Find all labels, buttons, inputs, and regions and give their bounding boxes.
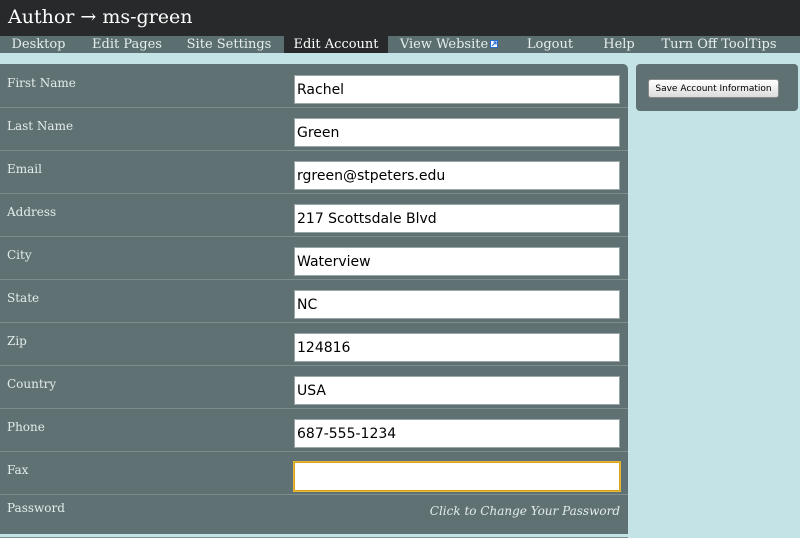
password-label: Password bbox=[7, 501, 65, 515]
change-password-link[interactable]: Click to Change Your Password bbox=[430, 504, 620, 518]
page-title: Author → ms-green bbox=[8, 6, 193, 28]
last-name-input[interactable] bbox=[294, 118, 620, 147]
tab-label: View Website bbox=[399, 37, 489, 52]
tab-desktop[interactable]: Desktop bbox=[0, 36, 77, 53]
tab-help[interactable]: Help bbox=[596, 36, 642, 53]
tab-label: Logout bbox=[526, 37, 574, 52]
form-row-password: Password Click to Change Your Password bbox=[0, 494, 628, 538]
fax-input[interactable] bbox=[294, 462, 620, 491]
city-label: City bbox=[7, 248, 32, 262]
form-row-country: Country bbox=[0, 365, 628, 409]
form-row-state: State bbox=[0, 279, 628, 323]
form-row-last-name: Last Name bbox=[0, 107, 628, 151]
email-label: Email bbox=[7, 162, 42, 176]
tab-logout[interactable]: Logout bbox=[516, 36, 584, 53]
fax-label: Fax bbox=[7, 463, 29, 477]
tab-label: Desktop bbox=[11, 37, 66, 52]
first-name-input[interactable] bbox=[294, 75, 620, 104]
zip-label: Zip bbox=[7, 334, 27, 348]
form-row-fax: Fax bbox=[0, 451, 628, 495]
form-row-zip: Zip bbox=[0, 322, 628, 366]
tab-label: Edit Pages bbox=[92, 37, 162, 52]
header-bar: Author → ms-green bbox=[0, 0, 800, 36]
form-row-address: Address bbox=[0, 193, 628, 237]
form-row-first-name: First Name bbox=[0, 64, 628, 108]
form-row-phone: Phone bbox=[0, 408, 628, 452]
tab-edit-pages[interactable]: Edit Pages bbox=[86, 36, 168, 53]
form-row-email: Email bbox=[0, 150, 628, 194]
nav-bar: Desktop Edit Pages Site Settings Edit Ac… bbox=[0, 36, 800, 53]
external-link-icon bbox=[490, 40, 499, 48]
last-name-label: Last Name bbox=[7, 119, 74, 133]
address-input[interactable] bbox=[294, 204, 620, 233]
tab-view-website[interactable]: View Website bbox=[397, 36, 501, 53]
city-input[interactable] bbox=[294, 247, 620, 276]
tab-label: Site Settings bbox=[186, 37, 272, 52]
tab-label: Turn Off ToolTips bbox=[661, 37, 777, 52]
email-input[interactable] bbox=[294, 161, 620, 190]
state-label: State bbox=[7, 291, 40, 305]
form-row-city: City bbox=[0, 236, 628, 280]
phone-label: Phone bbox=[7, 420, 45, 434]
zip-input[interactable] bbox=[294, 333, 620, 362]
state-input[interactable] bbox=[294, 290, 620, 319]
country-input[interactable] bbox=[294, 376, 620, 405]
account-form: First Name Last Name Email Address City … bbox=[0, 64, 628, 538]
save-account-button[interactable]: Save Account Information bbox=[648, 79, 779, 98]
address-label: Address bbox=[7, 205, 57, 219]
actions-panel: Save Account Information bbox=[636, 64, 798, 111]
tab-site-settings[interactable]: Site Settings bbox=[184, 36, 274, 53]
phone-input[interactable] bbox=[294, 419, 620, 448]
tab-turn-off-tooltips[interactable]: Turn Off ToolTips bbox=[656, 36, 782, 53]
tab-edit-account[interactable]: Edit Account bbox=[284, 36, 388, 53]
tab-label: Edit Account bbox=[293, 37, 379, 52]
tab-label: Help bbox=[603, 37, 635, 52]
first-name-label: First Name bbox=[7, 76, 76, 90]
country-label: Country bbox=[7, 377, 57, 391]
